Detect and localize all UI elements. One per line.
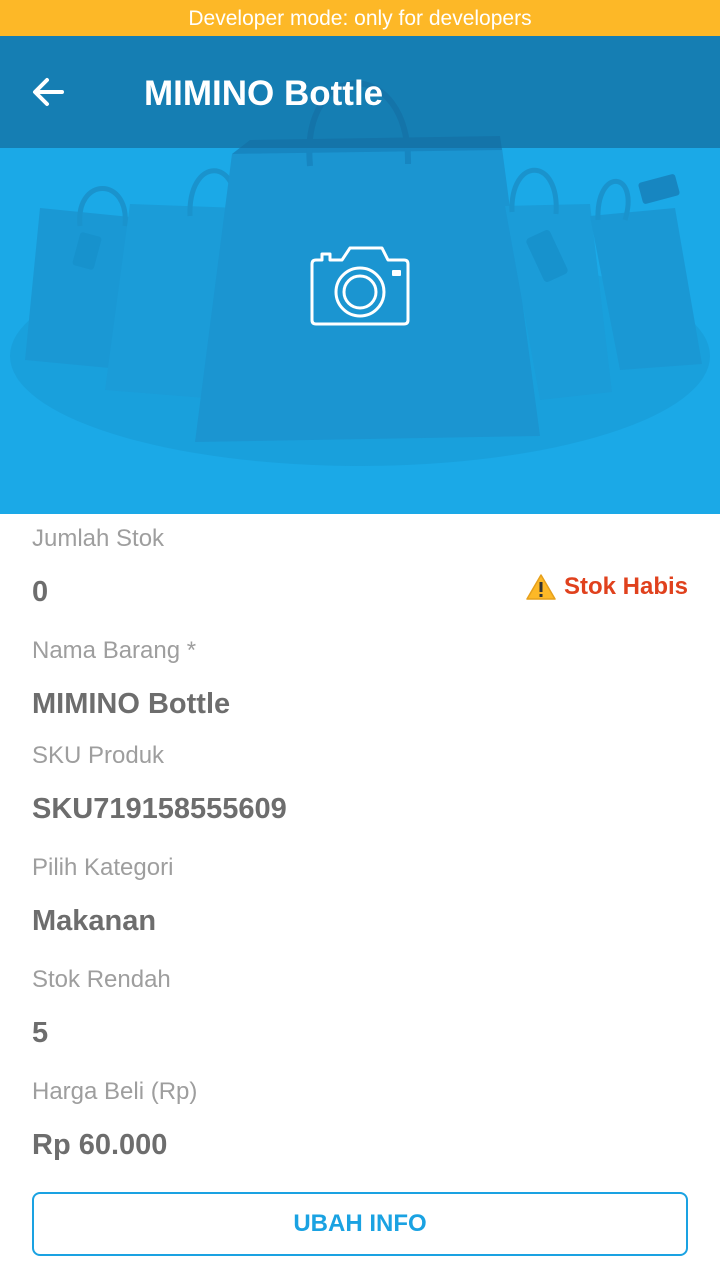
category-value: Makanan xyxy=(32,905,157,937)
product-image-area[interactable]: MIMINO Bottle xyxy=(0,36,720,514)
stock-value: 0 xyxy=(32,576,49,608)
sku-value: SKU719158555609 xyxy=(32,793,287,825)
low-stock-label: Stok Rendah xyxy=(32,966,171,993)
warning-icon xyxy=(526,574,556,600)
stock-status-badge: Stok Habis xyxy=(526,570,688,604)
stock-label: Jumlah Stok xyxy=(32,525,165,552)
buy-price-label: Harga Beli (Rp) xyxy=(32,1078,198,1105)
stock-status-text: Stok Habis xyxy=(563,573,688,600)
buy-price-value: Rp 60.000 xyxy=(32,1129,168,1161)
name-value: MIMINO Bottle xyxy=(32,688,231,720)
category-label: Pilih Kategori xyxy=(32,854,174,881)
developer-mode-banner: Developer mode: only for developers xyxy=(0,0,720,36)
app-bar: MIMINO Bottle xyxy=(0,36,720,148)
sku-label: SKU Produk xyxy=(32,742,165,769)
edit-info-button[interactable]: UBAH INFO xyxy=(32,1192,688,1256)
camera-icon[interactable] xyxy=(308,242,412,328)
arrow-back-icon[interactable] xyxy=(28,72,68,112)
page-title: MIMINO Bottle xyxy=(144,74,384,113)
low-stock-value: 5 xyxy=(32,1017,49,1049)
name-label: Nama Barang * xyxy=(32,637,197,664)
